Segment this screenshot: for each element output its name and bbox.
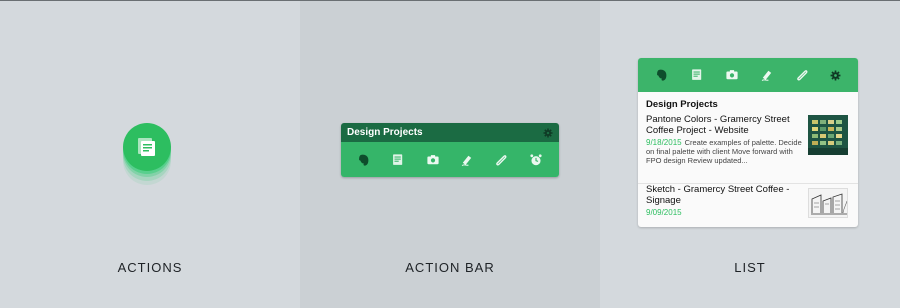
stacked-action-button[interactable] [123, 123, 171, 185]
actions-panel: ACTIONS [0, 1, 300, 308]
attachment-icon[interactable] [494, 153, 508, 167]
action-bar-panel: Design Projects ACTION BAR [300, 1, 600, 308]
new-note-button[interactable] [123, 123, 171, 171]
action-bar-icons [341, 142, 559, 177]
panel-caption: ACTION BAR [405, 260, 495, 275]
action-bar: Design Projects [341, 123, 559, 177]
elephant-icon[interactable] [357, 153, 371, 167]
camera-icon[interactable] [426, 153, 440, 167]
panel-caption: LIST [734, 260, 766, 275]
sketch-thumbnail [808, 188, 848, 218]
handwriting-icon[interactable] [460, 153, 474, 167]
list-panel: Design Projects Pantone Colors - Gramerc… [600, 1, 900, 308]
camera-icon[interactable] [725, 68, 739, 82]
note-icon[interactable] [391, 153, 405, 167]
list-toolbar [638, 58, 858, 92]
attachment-icon[interactable] [795, 68, 809, 82]
note-icon[interactable] [690, 68, 704, 82]
note-stack-icon [138, 138, 155, 156]
note-snippet-block: 9/18/2015 Create examples of palette. Dec… [646, 138, 802, 165]
note-date: 9/18/2015 [646, 138, 682, 147]
handwriting-icon[interactable] [760, 68, 774, 82]
list-divider [638, 183, 858, 184]
color-palette-thumbnail [808, 115, 848, 155]
action-bar-header: Design Projects [341, 123, 559, 142]
action-bar-title: Design Projects [347, 127, 423, 138]
reminder-icon[interactable] [529, 153, 543, 167]
note-title: Pantone Colors - Gramercy Street Coffee … [646, 114, 790, 136]
note-title: Sketch - Gramercy Street Coffee - Signag… [646, 184, 790, 206]
elephant-icon[interactable] [655, 68, 669, 82]
list-item[interactable]: Sketch - Gramercy Street Coffee - Signag… [638, 184, 858, 224]
gear-icon[interactable] [830, 70, 841, 81]
gear-icon[interactable] [543, 128, 553, 138]
list-item[interactable]: Pantone Colors - Gramercy Street Coffee … [638, 114, 858, 176]
list-heading: Design Projects [646, 99, 718, 110]
panel-caption: ACTIONS [117, 260, 183, 275]
note-list-card: Design Projects Pantone Colors - Gramerc… [638, 58, 858, 227]
